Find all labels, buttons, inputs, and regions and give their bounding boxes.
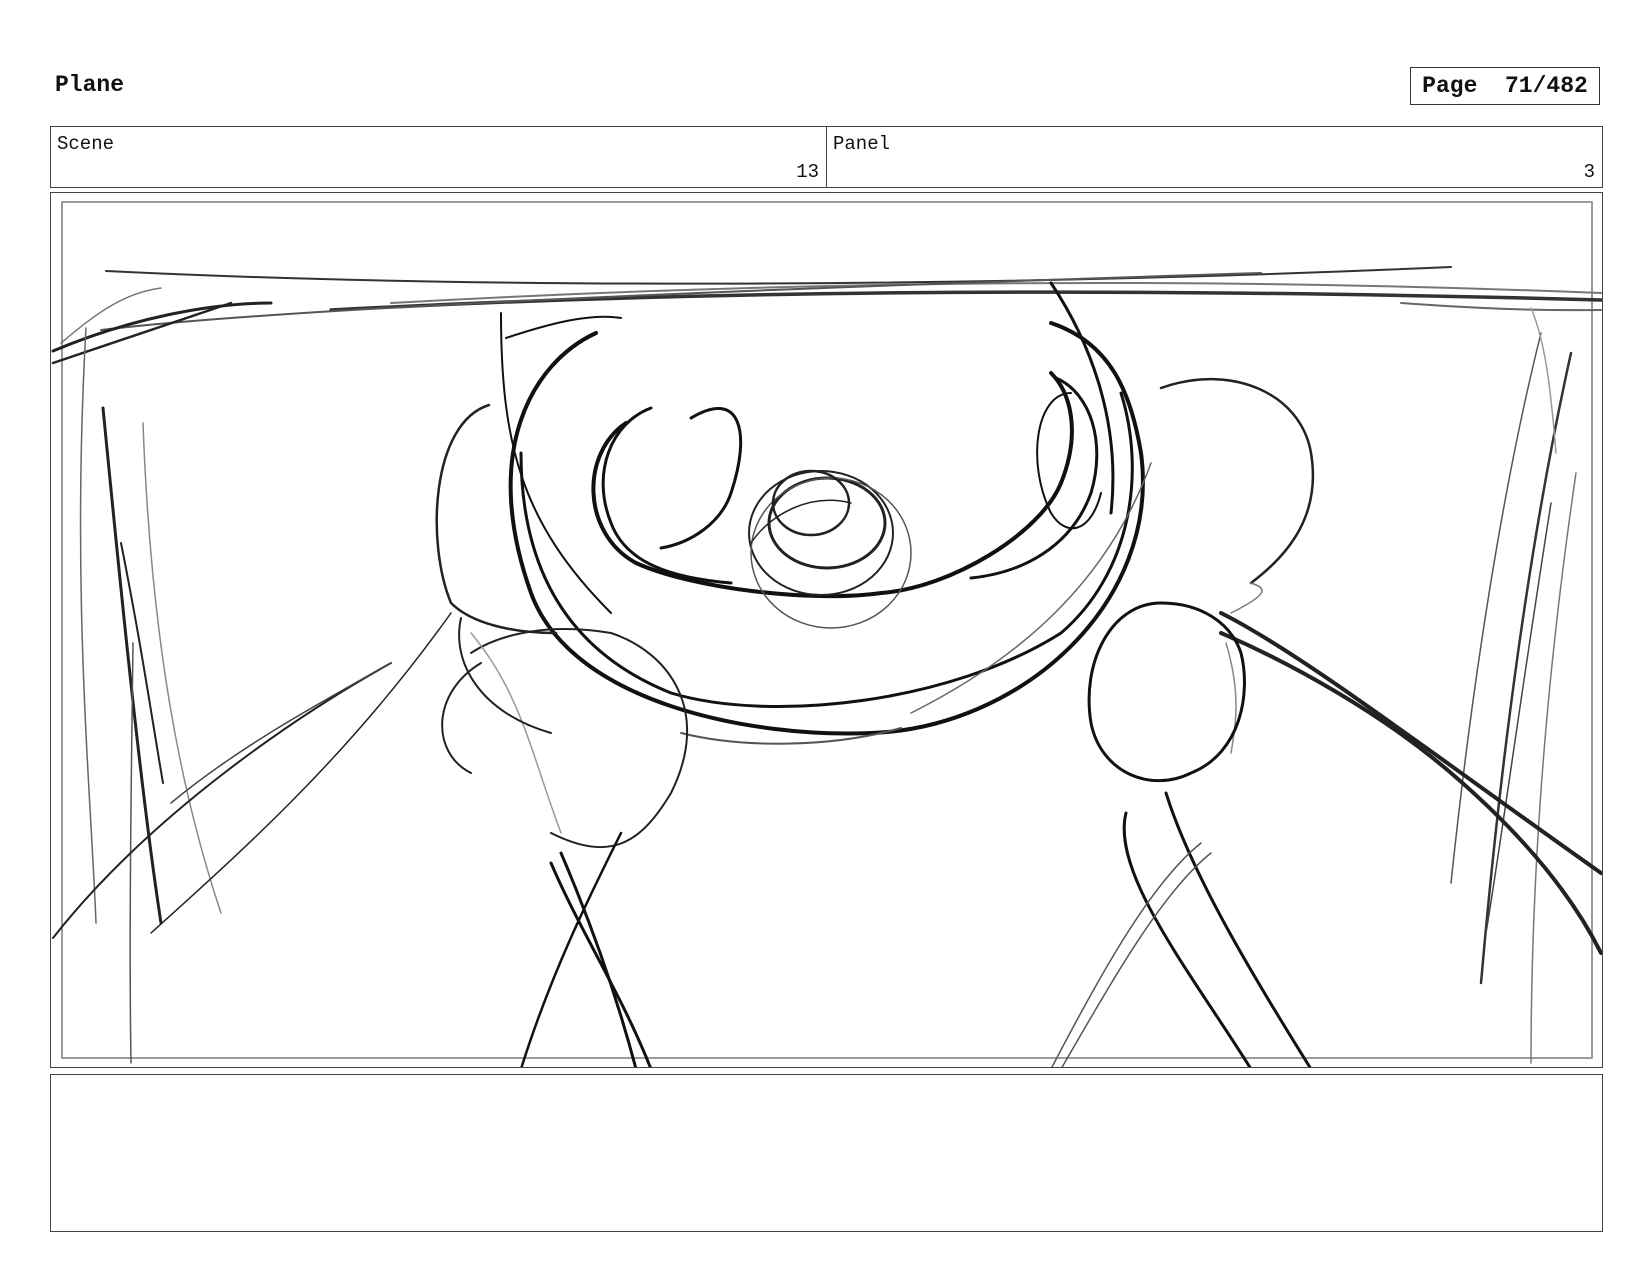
panel-number: 3	[1583, 161, 1595, 183]
left-scribbles	[51, 287, 452, 1064]
panel-label: Panel	[833, 133, 891, 155]
lower-strokes	[520, 831, 652, 1067]
panel-cell: Panel 3	[826, 127, 1602, 187]
page-indicator: Page 71/482	[1410, 67, 1600, 105]
right-scribbles	[1450, 307, 1577, 1064]
character-right-ear	[1159, 378, 1602, 955]
notes-area[interactable]	[50, 1074, 1603, 1232]
scene-number: 13	[796, 161, 819, 183]
storyboard-panel	[50, 192, 1603, 1068]
character-nose	[748, 469, 912, 629]
project-title: Plane	[55, 72, 125, 98]
character-left-ear	[435, 403, 689, 849]
scene-panel-header: Scene 13 Panel 3	[50, 126, 1603, 188]
small-figure	[1051, 601, 1312, 1067]
character-visor	[591, 371, 1102, 599]
horizon-lines	[100, 266, 1602, 331]
safe-area-frame	[61, 201, 1593, 1059]
scene-cell: Scene 13	[51, 127, 826, 187]
panel-sketch	[51, 201, 1602, 1067]
scene-label: Scene	[57, 133, 115, 155]
